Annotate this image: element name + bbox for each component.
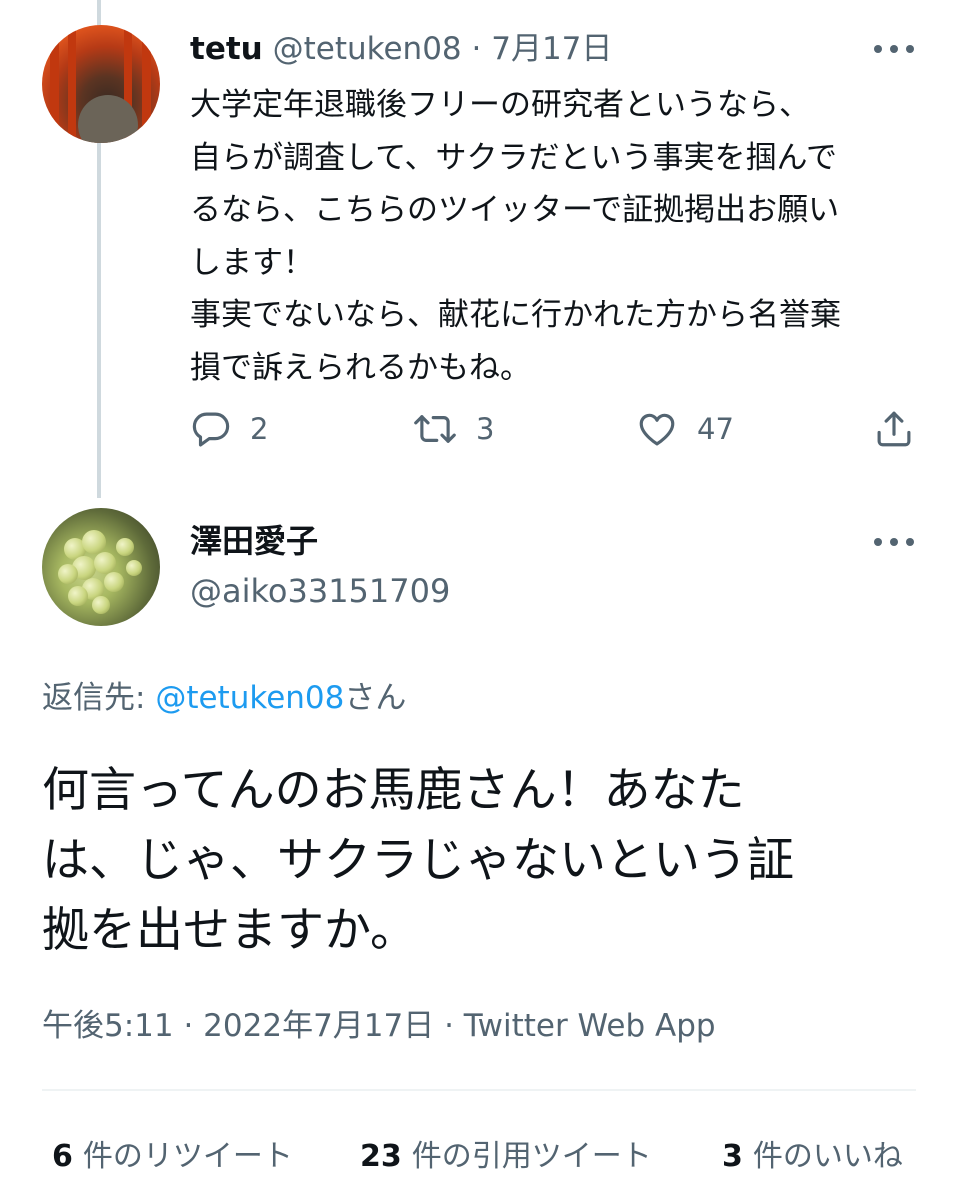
reply-suffix: さん	[344, 680, 407, 716]
avatar-tetu[interactable]	[42, 25, 160, 143]
reply-target-link[interactable]: @tetuken08	[155, 680, 344, 716]
retweets-stat-count: 6	[52, 1139, 73, 1174]
quotes-stat-count: 23	[360, 1139, 402, 1174]
reply-tweet-text: 何言ってんのお馬鹿さん！あなた は、じゃ、サクラじゃないという証 拠を出せますか…	[42, 763, 794, 958]
reply-display-name[interactable]: 澤田愛子	[190, 520, 318, 562]
quotes-stat[interactable]: 23 件の引用ツイート	[360, 1135, 652, 1179]
reply-handle[interactable]: @aiko33151709	[190, 570, 450, 612]
reply-prefix: 返信先:	[42, 680, 156, 716]
retweet-count: 3	[476, 412, 495, 446]
parent-tweet-header: tetu @tetuken08 · 7月17日	[190, 29, 612, 69]
reply-context: 返信先: @tetuken08さん	[42, 676, 406, 720]
retweets-stat[interactable]: 6 件のリツイート	[52, 1135, 293, 1179]
reply-button[interactable]: 2	[190, 405, 268, 453]
retweets-stat-label: 件のリツイート	[82, 1139, 293, 1174]
avatar-aiko[interactable]	[42, 508, 160, 626]
reply-count: 2	[250, 412, 269, 446]
tweet-timestamp[interactable]: 午後5:11 · 2022年7月17日 · Twitter Web App	[42, 1004, 716, 1048]
more-dots-icon[interactable]	[874, 44, 914, 54]
parent-tweet-actions: 2 3 47	[190, 405, 915, 453]
quotes-stat-label: 件の引用ツイート	[411, 1139, 652, 1174]
share-upload-icon	[877, 411, 911, 447]
heart-icon	[639, 413, 675, 446]
parent-handle[interactable]: @tetuken08	[273, 31, 462, 67]
retweet-arrows-icon	[414, 415, 456, 443]
like-count: 47	[697, 412, 734, 446]
likes-stat-count: 3	[722, 1139, 743, 1174]
like-button[interactable]: 47	[635, 405, 734, 453]
divider	[42, 1089, 916, 1091]
likes-stat-label: 件のいいね	[752, 1139, 903, 1174]
parent-tweet-text: 大学定年退職後フリーの研究者というなら、 自らが調査して、サクラだという事実を掴…	[190, 87, 841, 386]
header-separator: ·	[471, 31, 482, 67]
share-button[interactable]	[873, 405, 915, 453]
parent-date[interactable]: 7月17日	[491, 31, 612, 67]
retweet-button[interactable]: 3	[412, 405, 494, 453]
likes-stat[interactable]: 3 件のいいね	[722, 1135, 903, 1179]
parent-display-name[interactable]: tetu	[190, 31, 263, 67]
speech-bubble-icon	[192, 412, 230, 447]
more-dots-icon[interactable]	[874, 537, 914, 547]
